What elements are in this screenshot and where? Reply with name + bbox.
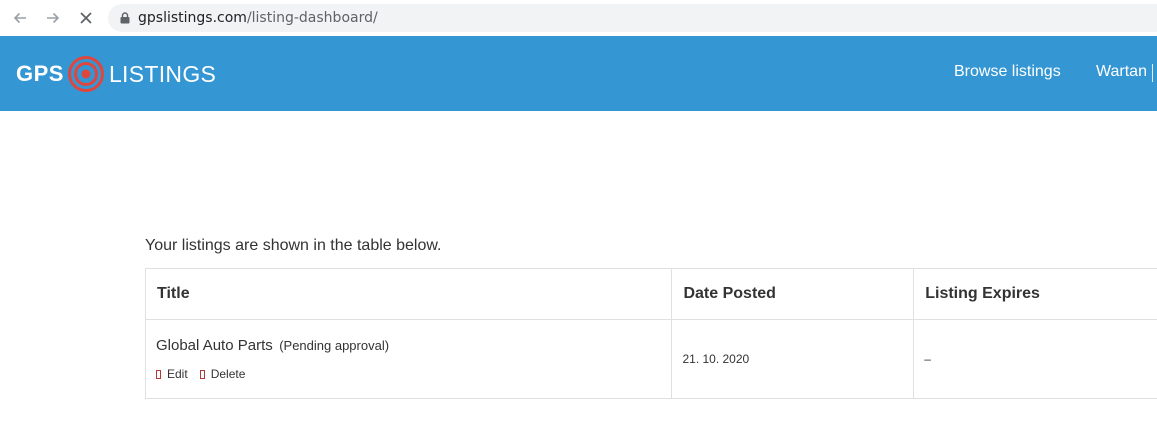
address-bar[interactable]: gpslistings.com/listing-dashboard/ <box>108 4 1157 32</box>
lock-icon <box>118 11 132 25</box>
logo-text-gps: GPS <box>16 61 64 86</box>
edit-listing-button[interactable]: Edit <box>156 367 188 381</box>
delete-icon <box>199 369 205 379</box>
listings-table: Title Date Posted Listing Expires Global… <box>145 268 1157 399</box>
logo-text-listings: LISTINGS <box>108 60 217 87</box>
nav-user-menu[interactable]: Wartan <box>1096 63 1147 81</box>
listing-title-cell: Global Auto Parts (Pending approval) Edi… <box>146 320 673 399</box>
column-header-title: Title <box>146 269 673 320</box>
browser-toolbar: gpslistings.com/listing-dashboard/ <box>0 0 1157 36</box>
date-posted-cell: 21. 10. 2020 <box>672 320 915 399</box>
column-header-listing-expires: Listing Expires <box>914 269 1157 320</box>
url-path: /listing-dashboard/ <box>246 10 378 26</box>
url-host: gpslistings.com <box>138 10 247 26</box>
table-row: Global Auto Parts (Pending approval) Edi… <box>146 320 1157 399</box>
listing-actions: Edit Delete <box>156 367 671 381</box>
listings-intro-text: Your listings are shown in the table bel… <box>145 237 442 254</box>
user-menu-icon[interactable] <box>1152 64 1157 82</box>
site-logo[interactable]: GPS LISTINGS <box>16 54 216 94</box>
site-header: GPS LISTINGS Browse listings Wartan <box>0 36 1157 111</box>
table-header-row: Title Date Posted Listing Expires <box>146 269 1157 320</box>
listing-expires-cell: – <box>914 320 1157 399</box>
stop-loading-button[interactable] <box>74 6 98 30</box>
delete-label: Delete <box>210 367 246 381</box>
listing-title: Global Auto Parts <box>156 337 273 354</box>
edit-icon <box>156 369 161 379</box>
back-button[interactable] <box>8 6 32 30</box>
delete-listing-button[interactable]: Delete <box>199 367 246 381</box>
column-header-date-posted: Date Posted <box>672 269 915 320</box>
stop-loading-icon <box>80 12 92 24</box>
forward-arrow-icon <box>47 12 60 24</box>
back-arrow-icon <box>13 12 26 24</box>
forward-button[interactable] <box>41 6 65 30</box>
gps-target-icon <box>67 56 104 92</box>
nav-browse-listings[interactable]: Browse listings <box>954 63 1061 81</box>
edit-label: Edit <box>167 367 188 381</box>
listing-status: (Pending approval) <box>279 338 390 353</box>
